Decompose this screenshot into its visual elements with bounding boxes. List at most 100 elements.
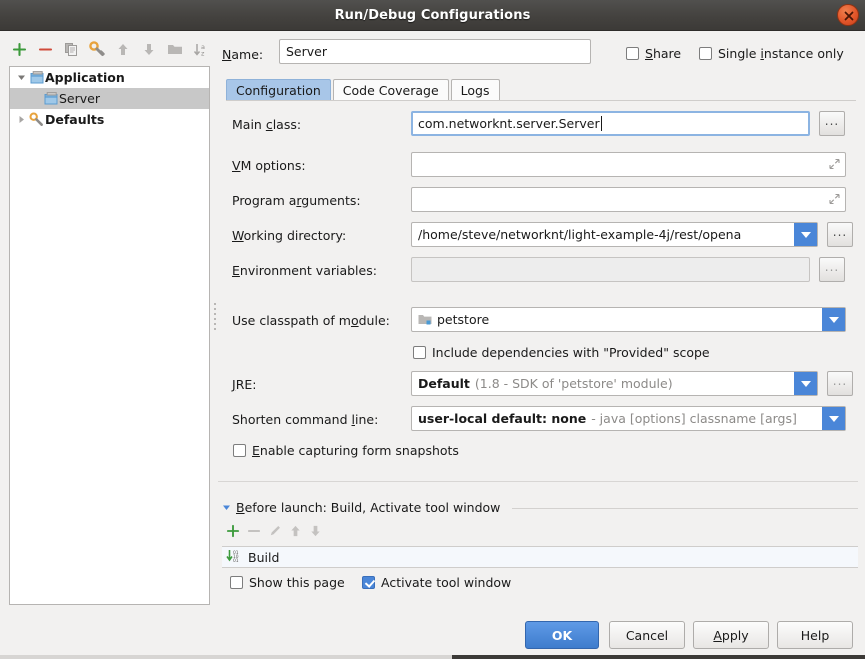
enable-form-snapshots-box bbox=[233, 444, 246, 457]
jre-label: JRE: bbox=[232, 377, 257, 392]
program-arguments-input[interactable] bbox=[411, 187, 846, 212]
tab-configuration[interactable]: Configuration bbox=[226, 79, 331, 101]
window-title: Run/Debug Configurations bbox=[334, 8, 531, 23]
use-classpath-of-module-label: Use classpath of module: bbox=[232, 313, 390, 328]
chevron-down-icon[interactable] bbox=[794, 223, 817, 246]
main-class-value: com.networknt.server.Server bbox=[418, 116, 600, 131]
single-instance-only-checkbox[interactable]: Single instance only bbox=[699, 46, 844, 61]
environment-variables-label: Environment variables: bbox=[232, 263, 377, 278]
share-checkbox[interactable]: Share bbox=[626, 46, 681, 61]
run-debug-configurations-dialog: Run/Debug Configurations a z Name: Serve… bbox=[0, 0, 865, 659]
svg-text:z: z bbox=[201, 49, 205, 57]
before-launch-add-button[interactable] bbox=[226, 524, 240, 541]
show-this-page-checkbox[interactable]: Show this page bbox=[230, 575, 345, 590]
include-provided-scope-label: Include dependencies with "Provided" sco… bbox=[432, 345, 710, 360]
tree-item-label: Server bbox=[59, 91, 100, 106]
tab-code-coverage[interactable]: Code Coverage bbox=[332, 79, 449, 101]
wrench-icon[interactable] bbox=[86, 38, 108, 60]
before-launch-task-row[interactable]: 01 10 01 Build bbox=[222, 546, 858, 568]
environment-variables-browse-button[interactable]: ... bbox=[819, 257, 845, 282]
main-class-input[interactable]: com.networknt.server.Server bbox=[411, 111, 810, 136]
window-bottom-edge-right bbox=[452, 655, 865, 659]
chevron-down-icon[interactable] bbox=[222, 500, 231, 515]
panel-splitter[interactable] bbox=[211, 300, 219, 342]
build-icon: 01 10 01 bbox=[226, 549, 242, 566]
tab-underline bbox=[226, 100, 856, 101]
add-configuration-button[interactable] bbox=[8, 38, 30, 60]
before-launch-header[interactable]: Before launch: Build, Activate tool wind… bbox=[222, 500, 500, 515]
working-directory-combo[interactable]: /home/steve/networknt/light-example-4j/r… bbox=[411, 222, 818, 247]
before-launch-edit-button[interactable] bbox=[268, 524, 282, 541]
chevron-down-icon[interactable] bbox=[822, 308, 845, 331]
vm-options-input[interactable] bbox=[411, 152, 846, 177]
expand-icon[interactable] bbox=[829, 157, 840, 172]
before-launch-rule bbox=[512, 508, 858, 509]
enable-form-snapshots-label: Enable capturing form snapshots bbox=[252, 443, 459, 458]
title-bar: Run/Debug Configurations bbox=[0, 0, 865, 31]
help-button[interactable]: Help bbox=[777, 621, 853, 649]
remove-configuration-button[interactable] bbox=[34, 38, 56, 60]
program-arguments-label: Program arguments: bbox=[232, 193, 361, 208]
close-icon[interactable] bbox=[837, 4, 859, 26]
main-class-browse-button[interactable]: ... bbox=[819, 111, 845, 136]
svg-text:01: 01 bbox=[233, 558, 239, 563]
window-bottom-edge-left bbox=[0, 655, 452, 659]
sort-az-icon[interactable]: a z bbox=[190, 38, 212, 60]
chevron-down-icon[interactable] bbox=[794, 372, 817, 395]
tab-logs[interactable]: Logs bbox=[450, 79, 500, 101]
move-up-button[interactable] bbox=[112, 38, 134, 60]
name-input[interactable] bbox=[279, 39, 591, 64]
before-launch-task-label: Build bbox=[248, 549, 280, 565]
enable-form-snapshots-checkbox[interactable]: Enable capturing form snapshots bbox=[233, 443, 459, 458]
show-this-page-box bbox=[230, 576, 243, 589]
chevron-down-icon[interactable] bbox=[14, 73, 28, 82]
working-directory-browse-button[interactable]: ... bbox=[827, 222, 853, 247]
text-caret bbox=[600, 116, 602, 131]
include-provided-scope-checkbox[interactable]: Include dependencies with "Provided" sco… bbox=[413, 345, 710, 360]
share-label: Share bbox=[645, 46, 682, 61]
use-classpath-of-module-combo[interactable]: petstore bbox=[411, 307, 846, 332]
tree-item-server[interactable]: Server bbox=[10, 88, 209, 109]
section-separator bbox=[218, 481, 858, 482]
tree-item-label: Defaults bbox=[45, 112, 105, 127]
shorten-command-line-label: Shorten command line: bbox=[232, 412, 379, 427]
apply-button[interactable]: Apply bbox=[693, 621, 769, 649]
application-icon bbox=[28, 70, 45, 85]
chevron-right-icon[interactable] bbox=[14, 115, 28, 124]
activate-tool-window-box bbox=[362, 576, 375, 589]
before-launch-toolbar bbox=[226, 524, 322, 541]
before-launch-title: Before launch: Build, Activate tool wind… bbox=[236, 500, 501, 515]
jre-browse-button[interactable]: ... bbox=[827, 371, 853, 396]
working-directory-value[interactable]: /home/steve/networknt/light-example-4j/r… bbox=[412, 223, 794, 246]
tree-item-application[interactable]: Application bbox=[10, 67, 209, 88]
activate-tool-window-checkbox[interactable]: Activate tool window bbox=[362, 575, 511, 590]
environment-variables-input[interactable] bbox=[411, 257, 810, 282]
ok-button[interactable]: OK bbox=[525, 621, 599, 649]
single-instance-checkbox-box bbox=[699, 47, 712, 60]
cancel-button[interactable]: Cancel bbox=[609, 621, 685, 649]
create-folder-button[interactable] bbox=[164, 38, 186, 60]
include-provided-scope-box bbox=[413, 346, 426, 359]
configurations-tree[interactable]: Application Server Defaults bbox=[9, 66, 210, 605]
move-down-button[interactable] bbox=[138, 38, 160, 60]
activate-tool-window-label: Activate tool window bbox=[381, 575, 512, 590]
use-classpath-of-module-value: petstore bbox=[437, 312, 490, 327]
copy-configuration-button[interactable] bbox=[60, 38, 82, 60]
main-class-label: Main class: bbox=[232, 117, 302, 132]
single-instance-label: Single instance only bbox=[718, 46, 844, 61]
application-icon bbox=[42, 91, 59, 106]
show-this-page-label: Show this page bbox=[249, 575, 345, 590]
expand-icon[interactable] bbox=[829, 192, 840, 207]
configurations-toolbar: a z bbox=[8, 36, 212, 62]
vm-options-label: VM options: bbox=[232, 158, 306, 173]
jre-combo[interactable]: Default (1.8 - SDK of 'petstore' module) bbox=[411, 371, 818, 396]
shorten-command-line-combo[interactable]: user-local default: none - java [options… bbox=[411, 406, 846, 431]
chevron-down-icon[interactable] bbox=[822, 407, 845, 430]
before-launch-move-up-button[interactable] bbox=[289, 524, 302, 541]
shorten-command-line-description: - java [options] classname [args] bbox=[591, 411, 797, 426]
before-launch-remove-button[interactable] bbox=[247, 524, 261, 541]
tree-item-defaults[interactable]: Defaults bbox=[10, 109, 209, 130]
configuration-tabs: Configuration Code Coverage Logs bbox=[226, 79, 502, 101]
before-launch-move-down-button[interactable] bbox=[309, 524, 322, 541]
module-icon bbox=[418, 312, 432, 327]
